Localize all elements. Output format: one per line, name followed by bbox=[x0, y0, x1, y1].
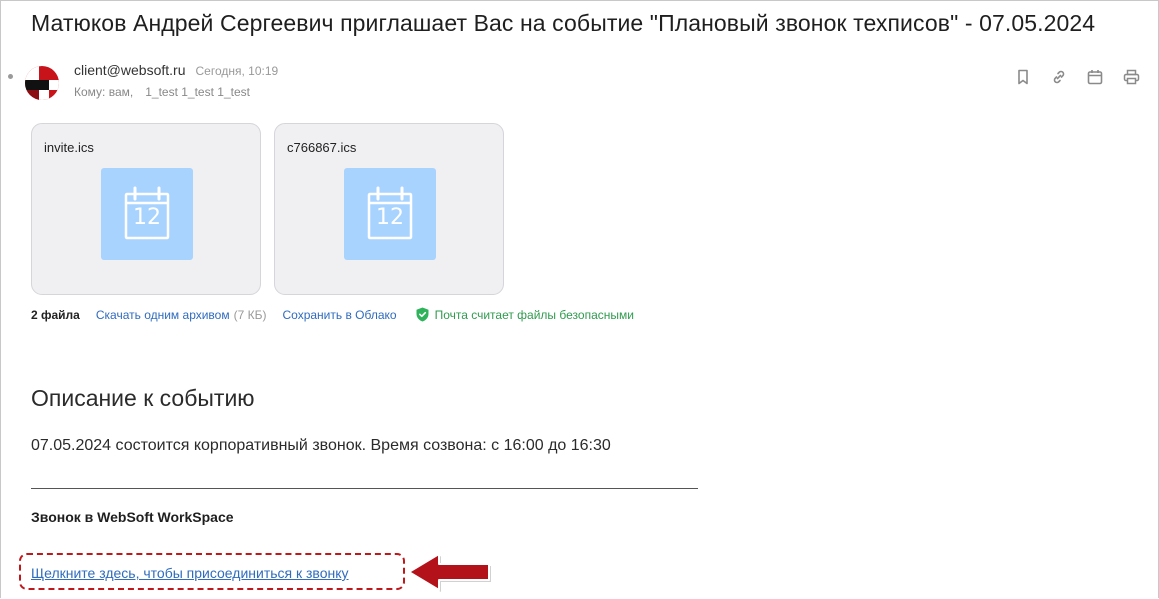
sender-email[interactable]: client@websoft.ru bbox=[74, 62, 185, 78]
attachment-name: c766867.ics bbox=[287, 140, 357, 155]
attachments-bar: 2 файла Скачать одним архивом (7 КБ) Сох… bbox=[31, 307, 634, 322]
recipients-names[interactable]: 1_test 1_test 1_test bbox=[145, 85, 250, 99]
calendar-file-icon: 12 bbox=[101, 168, 193, 260]
join-call-link[interactable]: Щелкните здесь, чтобы присоединиться к з… bbox=[31, 565, 349, 581]
divider bbox=[31, 488, 698, 489]
archive-size: (7 КБ) bbox=[233, 307, 267, 322]
file-count: 2 файла bbox=[31, 307, 80, 322]
save-cloud-link[interactable]: Сохранить в Облако bbox=[282, 308, 396, 322]
pointer-arrow-icon bbox=[405, 550, 495, 599]
sender-avatar[interactable] bbox=[25, 66, 59, 100]
recipients-line: Кому: вам, 1_test 1_test 1_test bbox=[74, 85, 250, 99]
description-text: 07.05.2024 состоится корпоративный звоно… bbox=[31, 437, 611, 454]
calendar-file-icon: 12 bbox=[344, 168, 436, 260]
attachment-card[interactable]: invite.ics 12 bbox=[31, 123, 261, 295]
sender-line: client@websoft.ru Сегодня, 10:19 bbox=[74, 62, 278, 78]
email-date: Сегодня, 10:19 bbox=[195, 64, 279, 78]
description-heading: Описание к событию bbox=[31, 385, 255, 411]
bookmark-icon[interactable] bbox=[1014, 68, 1032, 86]
safe-files-text: Почта считает файлы безопасными bbox=[434, 307, 634, 322]
link-icon[interactable] bbox=[1050, 68, 1068, 86]
print-icon[interactable] bbox=[1122, 68, 1140, 86]
shield-check-icon bbox=[416, 307, 429, 322]
call-heading: Звонок в WebSoft WorkSpace bbox=[31, 509, 234, 525]
unread-dot bbox=[8, 74, 13, 79]
attachment-name: invite.ics bbox=[44, 140, 94, 155]
calendar-day: 12 bbox=[133, 205, 161, 230]
download-archive-link[interactable]: Скачать одним архивом bbox=[96, 308, 230, 322]
recipients-label: Кому: вам, bbox=[74, 85, 134, 99]
calendar-icon[interactable] bbox=[1086, 68, 1104, 86]
email-subject: Матюков Андрей Сергеевич приглашает Вас … bbox=[31, 10, 1096, 36]
message-toolbar bbox=[1014, 68, 1140, 86]
attachment-card[interactable]: c766867.ics 12 bbox=[274, 123, 504, 295]
calendar-day: 12 bbox=[376, 205, 404, 230]
